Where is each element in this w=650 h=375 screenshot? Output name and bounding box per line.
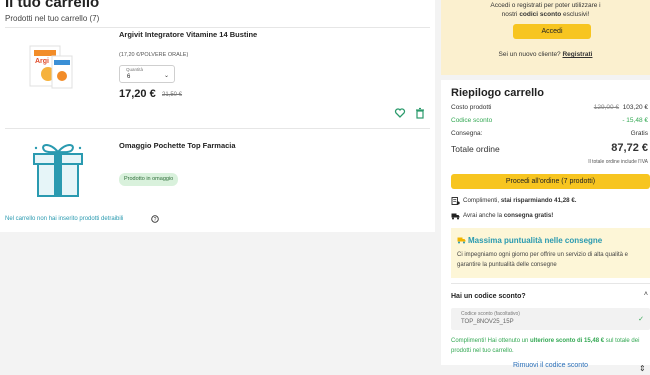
svg-text:Argi: Argi bbox=[35, 58, 49, 65]
cart-page: Il tuo carrello Prodotti nel tuo carrell… bbox=[0, 0, 650, 375]
quantity-label: Quantità bbox=[126, 67, 144, 72]
receipt-icon bbox=[451, 197, 460, 205]
svg-text:?: ? bbox=[154, 217, 157, 223]
product-image[interactable]: Argi bbox=[22, 42, 77, 92]
gift-image bbox=[33, 144, 83, 197]
product-name[interactable]: Argivit Integratore Vitamine 14 Bustine bbox=[119, 30, 257, 39]
login-button[interactable]: Accedi bbox=[513, 24, 591, 39]
checkout-button[interactable]: Procedi all'ordine (7 prodotti) bbox=[451, 174, 650, 189]
cart-count: Prodotti nel tuo carrello (7) bbox=[5, 14, 100, 23]
product-old-price: 21,50 € bbox=[162, 92, 183, 98]
check-icon: ✓ bbox=[638, 316, 644, 323]
shipping-label: Consegna: bbox=[451, 130, 483, 137]
quantity-value: 6 bbox=[127, 74, 131, 80]
cart-panel: Il tuo carrello Prodotti nel tuo carrell… bbox=[0, 0, 435, 232]
chevron-up-icon[interactable]: ˄ bbox=[644, 291, 648, 298]
gift-name[interactable]: Omaggio Pochette Top Farmacia bbox=[119, 141, 236, 150]
discount-label: Codice sconto bbox=[451, 117, 493, 124]
savings-text: Complimenti, stai risparmiando 41,28 €. bbox=[463, 197, 577, 204]
coupon-title[interactable]: Hai un codice sconto? bbox=[451, 293, 526, 300]
remove-coupon-link[interactable]: Rimuovi il codice sconto bbox=[451, 362, 650, 369]
deductible-note: Nel carrello non hai inserito prodotti d… bbox=[5, 216, 124, 222]
summary-card: Riepilogo carrello Costo prodotti 129,00… bbox=[441, 80, 650, 369]
divider bbox=[451, 283, 650, 284]
truck-icon bbox=[451, 213, 460, 220]
info-icon[interactable]: ? bbox=[151, 215, 159, 223]
delivery-promo: Massima puntualità nelle consegne Ci imp… bbox=[451, 228, 650, 278]
chevron-down-icon: ⌄ bbox=[163, 73, 169, 79]
promo-text: Ci impegniamo ogni giorno per offrire un… bbox=[457, 252, 628, 268]
coupon-success-message: Complimenti! Hai ottenuto un ulteriore s… bbox=[451, 338, 640, 354]
product-unit-price: (17,20 €/POLVERE ORALE) bbox=[119, 52, 189, 58]
product-price: 17,20 € bbox=[119, 88, 156, 100]
coupon-input-label: Codice sconto (facoltativo) bbox=[461, 311, 520, 317]
promo-title: Massima puntualità nelle consegne bbox=[468, 236, 603, 245]
quantity-select[interactable]: Quantità 6 ⌄ bbox=[119, 65, 175, 83]
register-text: Sei un nuovo cliente? Registrati bbox=[498, 51, 593, 58]
coupon-input-value: TOP_8NOV25_15P bbox=[461, 319, 514, 325]
coupon-input[interactable]: Codice sconto (facoltativo) TOP_8NOV25_1… bbox=[451, 308, 650, 330]
scroll-icon[interactable]: ⇕ bbox=[639, 364, 646, 373]
cost-label: Costo prodotti bbox=[451, 104, 492, 111]
login-card: Accedi o registrati per poter utilizzare… bbox=[441, 0, 650, 75]
divider bbox=[5, 27, 430, 28]
page-title: Il tuo carrello bbox=[5, 0, 100, 11]
discount-value: - 15,48 € bbox=[622, 117, 648, 124]
summary-title: Riepilogo carrello bbox=[451, 87, 544, 99]
heart-icon[interactable] bbox=[394, 107, 406, 119]
gift-badge: Prodotto in omaggio bbox=[119, 173, 179, 186]
free-shipping-text: Avrai anche la consegna gratis! bbox=[463, 212, 554, 219]
cost-value: 129,00 € 103,20 € bbox=[593, 104, 648, 111]
login-text-2: nostri codici sconto esclusivi! bbox=[501, 11, 590, 18]
shipping-value: Gratis bbox=[630, 130, 648, 137]
truck-icon bbox=[457, 237, 466, 244]
vat-note: Il totale ordine include l'IVA bbox=[588, 159, 648, 165]
total-value: 87,72 € bbox=[611, 142, 648, 154]
trash-icon[interactable] bbox=[414, 107, 426, 119]
divider bbox=[5, 128, 430, 129]
total-label: Totale ordine bbox=[451, 144, 500, 154]
register-link[interactable]: Registrati bbox=[562, 51, 592, 58]
